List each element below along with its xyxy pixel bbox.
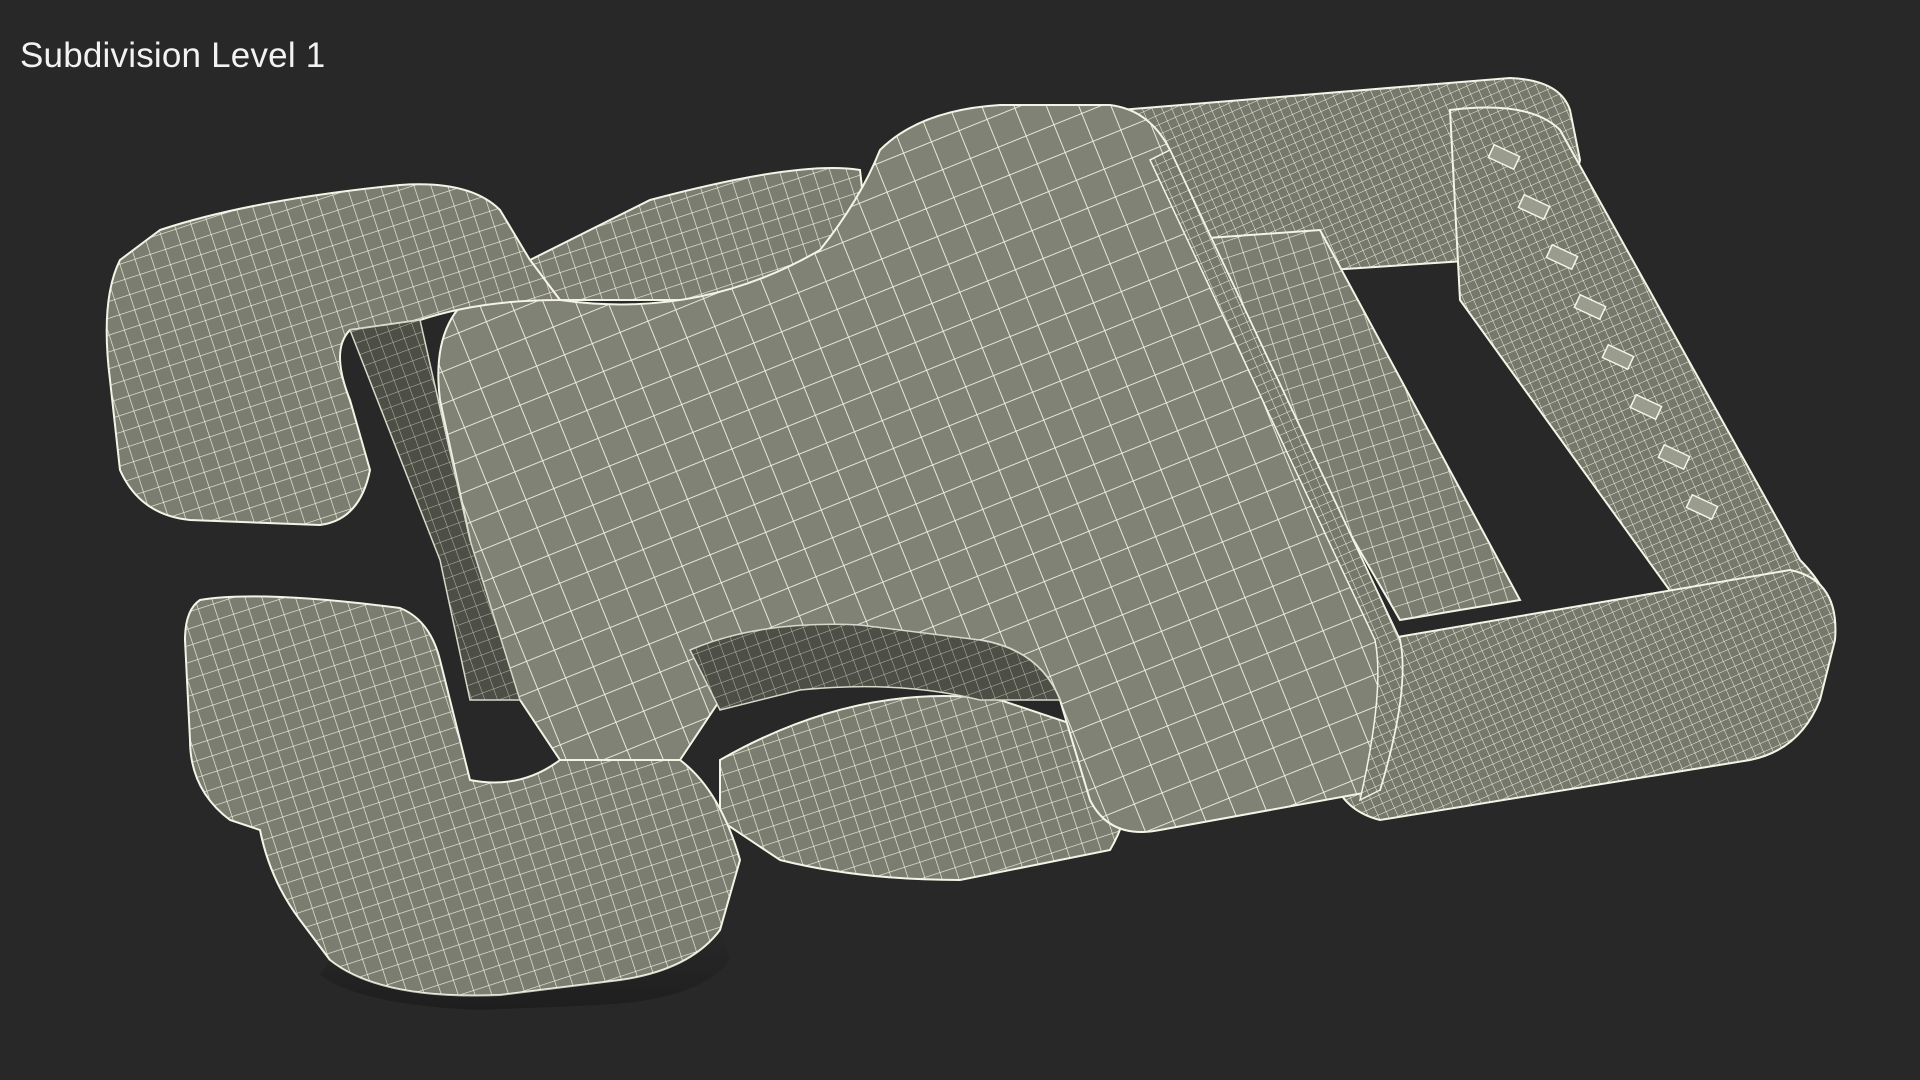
- buckle-mesh-icon: [105, 76, 1837, 1010]
- render-viewport: Subdivision Level 1: [0, 0, 1920, 1080]
